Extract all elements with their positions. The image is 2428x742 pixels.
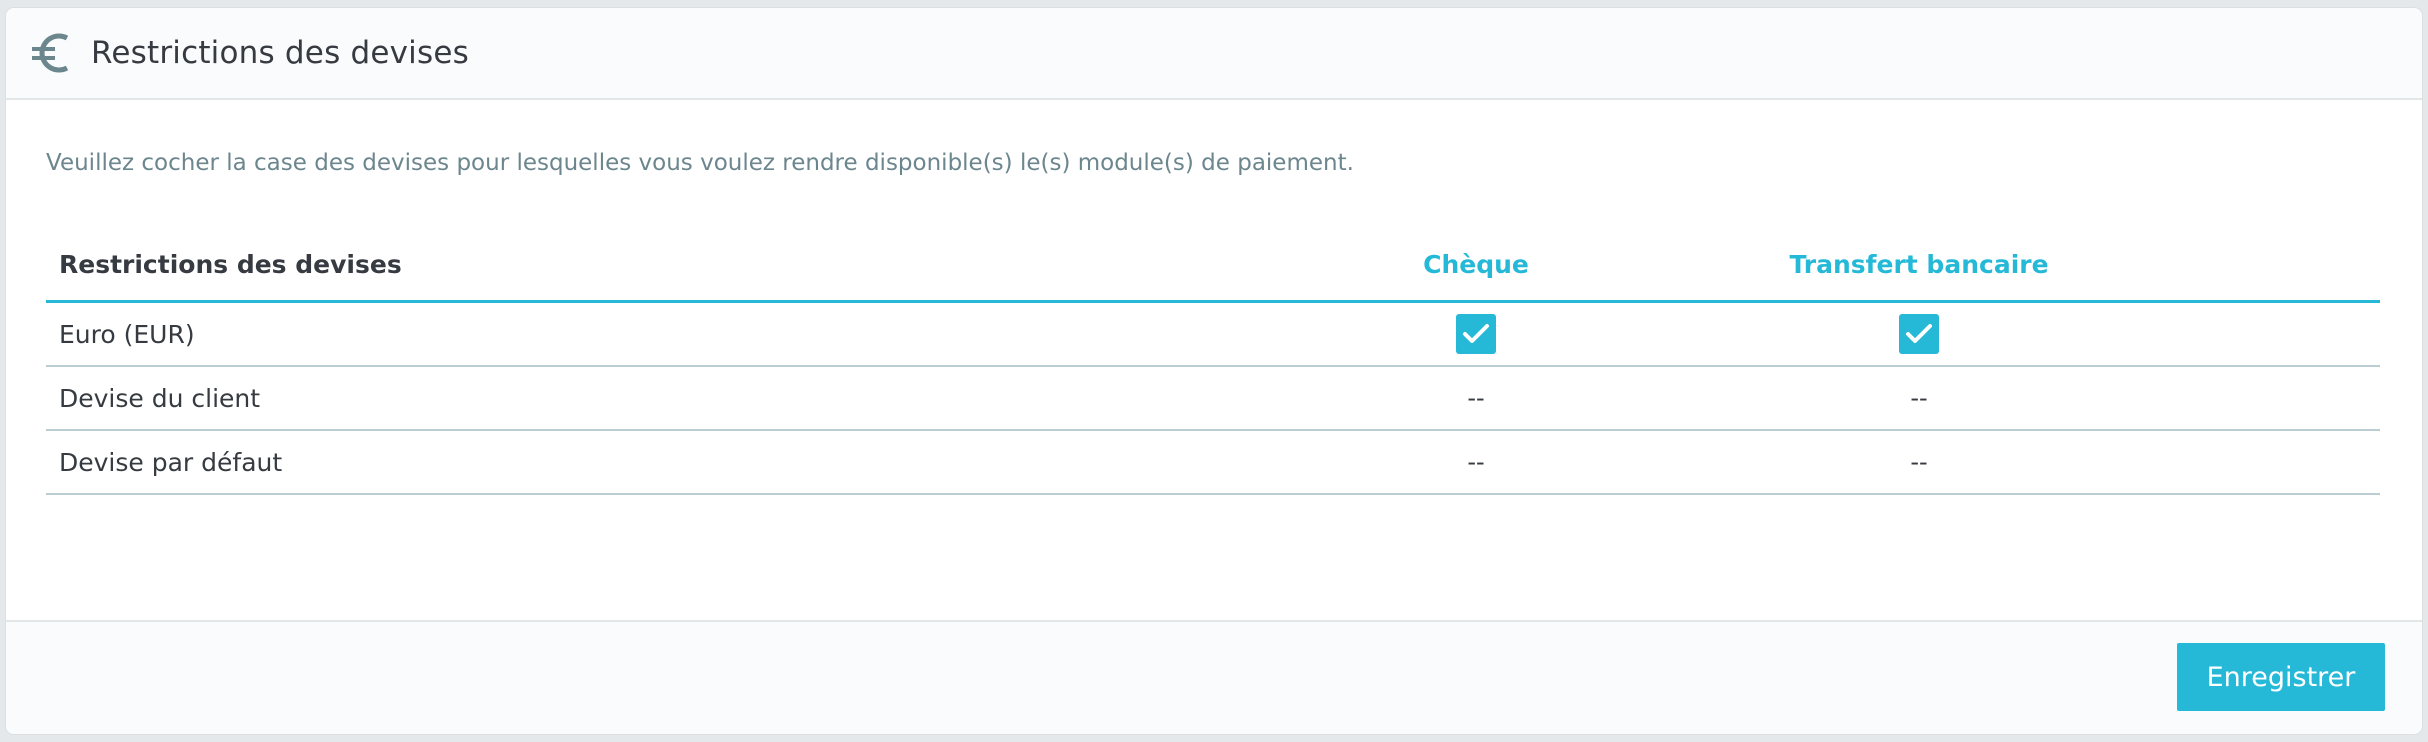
- currency-restrictions-panel: Restrictions des devises Veuillez cocher…: [6, 8, 2422, 734]
- table-row: Euro (EUR): [46, 303, 2380, 367]
- cell-not-applicable: --: [1910, 384, 1928, 412]
- row-label: Euro (EUR): [59, 319, 195, 349]
- cell-not-applicable: --: [1467, 448, 1485, 476]
- table-header: Restrictions des devises Chèque Transfer…: [46, 228, 2380, 303]
- euro-icon: [29, 30, 75, 76]
- checkbox-eur-cheque[interactable]: [1456, 314, 1496, 354]
- table-row: Devise du client -- --: [46, 367, 2380, 431]
- currency-restrictions-table: Restrictions des devises Chèque Transfer…: [46, 228, 2380, 495]
- column-header-cheque: Chèque: [1423, 249, 1529, 279]
- row-label: Devise par défaut: [59, 447, 283, 477]
- column-header-currency: Restrictions des devises: [59, 249, 402, 279]
- table-row: Devise par défaut -- --: [46, 431, 2380, 495]
- checkmark-icon: [1463, 324, 1489, 343]
- panel-footer: Enregistrer: [6, 620, 2422, 734]
- cell-not-applicable: --: [1467, 384, 1485, 412]
- save-button[interactable]: Enregistrer: [2177, 643, 2385, 711]
- panel-title: Restrictions des devises: [91, 35, 469, 71]
- panel-header: Restrictions des devises: [6, 8, 2422, 100]
- row-label: Devise du client: [59, 383, 261, 413]
- help-text: Veuillez cocher la case des devises pour…: [46, 150, 1354, 176]
- cell-not-applicable: --: [1910, 448, 1928, 476]
- column-header-bank-transfer: Transfert bancaire: [1789, 249, 2049, 279]
- checkmark-icon: [1906, 324, 1932, 343]
- checkbox-eur-bank-transfer[interactable]: [1899, 314, 1939, 354]
